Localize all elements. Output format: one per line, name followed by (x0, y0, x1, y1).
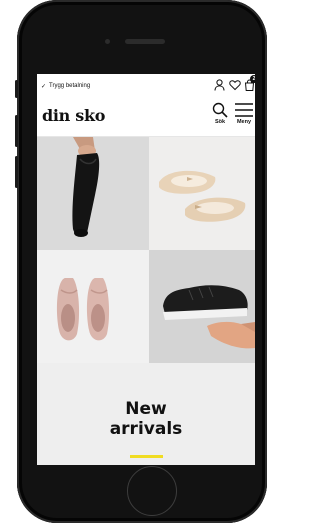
new-arrivals-heading[interactable]: New arrivals (37, 399, 255, 439)
search-button[interactable]: Sök (209, 102, 231, 125)
menu-label: Meny (236, 119, 252, 125)
search-label: Sök (214, 119, 226, 125)
search-icon (212, 102, 228, 118)
top-icons: 2 (214, 75, 255, 92)
site-logo[interactable]: din sko (42, 106, 105, 125)
top-bar: ✓ Trygg betalning 2 (37, 74, 255, 98)
cart-count-badge: 2 (250, 75, 255, 83)
cart-icon[interactable]: 2 (244, 75, 255, 92)
product-grid (37, 137, 255, 363)
product-tile-black-loafer[interactable] (37, 137, 149, 250)
phone-screen: ✓ Trygg betalning 2 din sko Sök Meny New… (37, 74, 255, 465)
menu-button[interactable]: Meny (233, 102, 255, 125)
new-arrivals-line1: New (125, 399, 167, 419)
hamburger-icon (235, 103, 253, 117)
site-header: din sko Sök Meny (37, 98, 255, 137)
account-icon[interactable] (214, 78, 225, 92)
product-tile-ballerina-flats[interactable] (149, 137, 255, 250)
mute-switch (15, 80, 18, 98)
product-tile-pink-loafers[interactable] (37, 250, 149, 363)
earpiece-speaker (125, 39, 165, 44)
check-icon: ✓ (41, 83, 47, 90)
volume-up-button (15, 115, 18, 147)
product-tile-black-sneaker[interactable] (149, 250, 255, 363)
heart-icon[interactable] (229, 78, 241, 92)
volume-down-button (15, 156, 18, 188)
accent-underline (130, 455, 163, 458)
secure-payment-text: Trygg betalning (49, 83, 91, 89)
front-camera (105, 39, 110, 44)
home-button[interactable] (127, 466, 177, 516)
new-arrivals-line2: arrivals (109, 419, 183, 439)
